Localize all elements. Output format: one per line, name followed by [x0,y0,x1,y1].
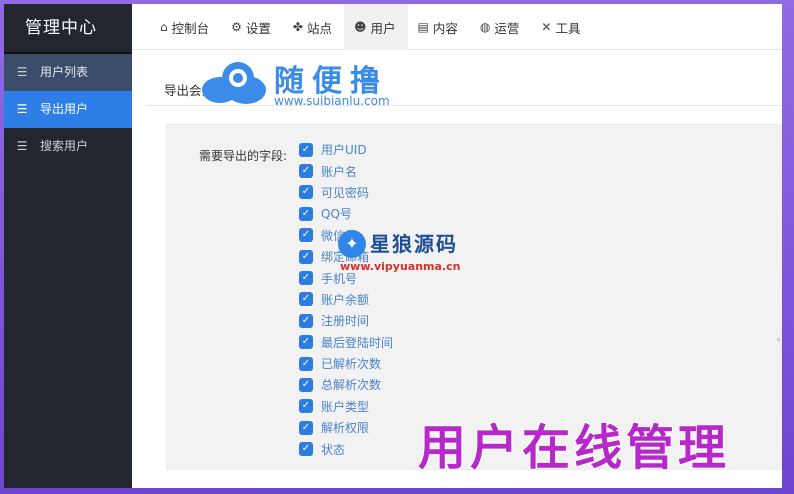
checkbox-checked-icon[interactable]: ✓ [299,185,313,200]
field-checkbox-row[interactable]: ✓ 最后登陆时间 [299,332,393,353]
scrollbar[interactable] [777,338,780,341]
sidebar-item-search-users[interactable]: ☰ 搜索用户 [4,128,132,165]
export-fields-label: 需要导出的字段: [199,149,288,163]
watermark-url: www.suibianlu.com [274,94,390,108]
field-checkbox-label: 注册时间 [321,314,370,329]
sidebar-item-label: 用户列表 [40,65,89,79]
watermark-suibianlu: 随便撸 www.suibianlu.com [200,56,400,110]
sidebar: 管理中心 ☰ 用户列表 ☰ 导出用户 ☰ 搜索用户 [4,4,132,488]
nav-operations[interactable]: ◍ 运营 [470,4,532,50]
field-checkbox-row[interactable]: ✓ 解析权限 [299,417,393,438]
nav-tools[interactable]: ✕ 工具 [531,4,592,50]
nav-dashboard[interactable]: ⌂ 控制台 [132,4,221,50]
file-icon: ▤ [417,20,429,34]
top-nav: ⌂ 控制台 ⚙ 设置 ✤ 站点 ☻ 用户 ▤ 内容 ◍ 运营 ✕ 工具 [132,4,782,50]
checkbox-checked-icon[interactable]: ✓ [299,228,313,243]
watermark-url: www.vipyuanma.cn [340,260,461,273]
field-checkbox-row[interactable]: ✓ 可见密码 [299,182,393,203]
field-checkbox-label: QQ号 [321,207,352,222]
field-checkbox-row[interactable]: ✓ 用户UID [299,139,393,160]
nav-settings[interactable]: ⚙ 设置 [221,4,283,50]
field-checkbox-row[interactable]: ✓ 总解析次数 [299,374,393,395]
checkbox-checked-icon[interactable]: ✓ [299,249,313,264]
home-icon: ⌂ [160,20,168,34]
watermark-vipyuanma: ✦ 星狼源码 www.vipyuanma.cn [338,228,478,274]
nav-content[interactable]: ▤ 内容 [408,4,470,50]
nav-label: 内容 [432,20,458,36]
field-checkbox-label: 用户UID [321,143,367,158]
watermark-title: 星狼源码 [370,232,458,256]
checkbox-checked-icon[interactable]: ✓ [299,206,313,221]
sidebar-item-user-list[interactable]: ☰ 用户列表 [4,54,132,91]
checkbox-checked-icon[interactable]: ✓ [299,442,313,457]
field-checkbox-row[interactable]: ✓ QQ号 [299,203,393,224]
checkbox-checked-icon[interactable]: ✓ [299,164,313,179]
sidebar-item-label: 搜索用户 [40,139,89,153]
users-icon: ☻ [354,20,367,34]
checkbox-checked-icon[interactable]: ✓ [299,142,313,157]
nav-label: 工具 [555,20,581,36]
nav-label: 用户 [370,20,396,36]
nav-sites[interactable]: ✤ 站点 [283,4,344,50]
nav-label: 运营 [494,20,520,36]
list-icon: ☰ [16,65,28,79]
gear-icon: ⚙ [231,20,242,34]
field-checkbox-row[interactable]: ✓ 账户名 [299,160,393,181]
checkbox-checked-icon[interactable]: ✓ [299,292,313,307]
nav-users[interactable]: ☻ 用户 [344,4,408,50]
field-checkbox-row[interactable]: ✓ 状态 [299,438,393,459]
checkbox-checked-icon[interactable]: ✓ [299,356,313,371]
field-checkbox-label: 已解析次数 [321,357,382,372]
field-checkbox-label: 账户类型 [321,399,370,414]
globe-icon: ◍ [479,20,491,34]
field-checkbox-label: 可见密码 [321,185,370,200]
brand-title: 管理中心 [4,4,132,54]
list-icon: ☰ [16,102,28,116]
cloud-logo-icon [202,62,266,104]
checkbox-checked-icon[interactable]: ✓ [299,420,313,435]
sidebar-item-export-users[interactable]: ☰ 导出用户 [4,91,132,128]
list-icon: ☰ [16,139,28,153]
clover-icon: ✤ [292,20,303,34]
field-checkbox-list: ✓ 用户UID ✓ 账户名 ✓ 可见密码 ✓ QQ号 ✓ 微信号 ✓ 绑定邮箱 ✓ 手机号 ✓ 账户余额 ✓ 注册… [299,139,393,460]
promo-banner: 用户在线管理 [418,420,731,476]
nav-label: 站点 [306,20,332,36]
field-checkbox-row[interactable]: ✓ 注册时间 [299,310,393,331]
field-checkbox-label: 最后登陆时间 [321,335,394,350]
admin-window: 管理中心 ☰ 用户列表 ☰ 导出用户 ☰ 搜索用户 ⌂ 控制台 ⚙ 设置 ✤ 站… [4,4,782,488]
checkbox-checked-icon[interactable]: ✓ [299,399,313,414]
field-checkbox-label: 账户余额 [321,292,370,307]
field-checkbox-row[interactable]: ✓ 账户余额 [299,289,393,310]
checkbox-checked-icon[interactable]: ✓ [299,377,313,392]
field-checkbox-label: 解析权限 [321,421,370,436]
field-checkbox-label: 状态 [321,442,346,457]
sidebar-item-label: 导出用户 [40,102,89,116]
fox-logo-icon: ✦ [338,230,366,258]
checkbox-checked-icon[interactable]: ✓ [299,271,313,286]
checkbox-checked-icon[interactable]: ✓ [299,335,313,350]
nav-label: 控制台 [171,20,210,36]
field-checkbox-label: 账户名 [321,164,358,179]
field-checkbox-row[interactable]: ✓ 账户类型 [299,396,393,417]
field-checkbox-label: 总解析次数 [321,378,382,393]
checkbox-checked-icon[interactable]: ✓ [299,313,313,328]
nav-label: 设置 [245,20,271,36]
field-checkbox-row[interactable]: ✓ 已解析次数 [299,353,393,374]
tools-icon: ✕ [541,20,552,34]
